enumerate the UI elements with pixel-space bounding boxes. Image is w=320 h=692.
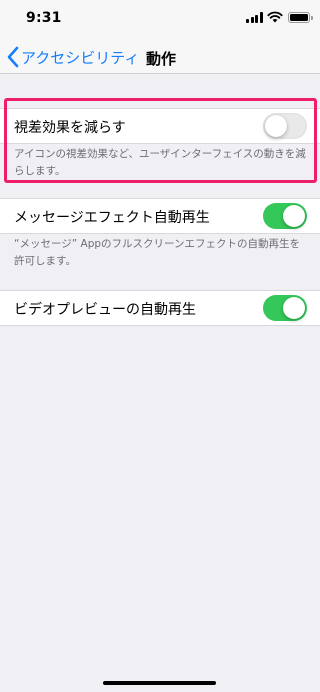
highlight-box (4, 98, 317, 183)
battery-icon (288, 12, 313, 23)
auto-play-video-previews-row: ビデオプレビューの自動再生 (0, 290, 320, 326)
toggle-knob (283, 205, 305, 227)
navigation-bar: アクセシビリティ 動作 (0, 40, 320, 74)
home-indicator[interactable] (103, 681, 216, 685)
auto-play-message-effects-row: メッセージエフェクト自動再生 (0, 198, 320, 234)
status-time: 9:31 (26, 10, 62, 26)
chevron-left-icon (7, 46, 19, 68)
auto-play-message-effects-toggle[interactable] (263, 203, 307, 229)
auto-play-video-previews-label: ビデオプレビューの自動再生 (14, 302, 196, 318)
toggle-knob (283, 297, 305, 319)
cellular-signal-icon (246, 12, 264, 23)
motion-settings-screen: 9:31 アクセシビリティ 動作 視差効果を減らす アイコンの視差効果など、ユー… (0, 0, 320, 692)
back-button[interactable]: アクセシビリティ (6, 44, 139, 70)
auto-play-message-effects-label: メッセージエフェクト自動再生 (14, 210, 210, 226)
page-title: 動作 (146, 50, 177, 68)
back-button-label: アクセシビリティ (21, 48, 140, 67)
status-bar: 9:31 (0, 0, 320, 40)
auto-play-video-previews-toggle[interactable] (263, 295, 307, 321)
auto-play-message-effects-footer: “メッセージ” Appのフルスクリーンエフェクトの自動再生を許可します。 (14, 238, 300, 267)
wifi-icon (267, 11, 283, 23)
